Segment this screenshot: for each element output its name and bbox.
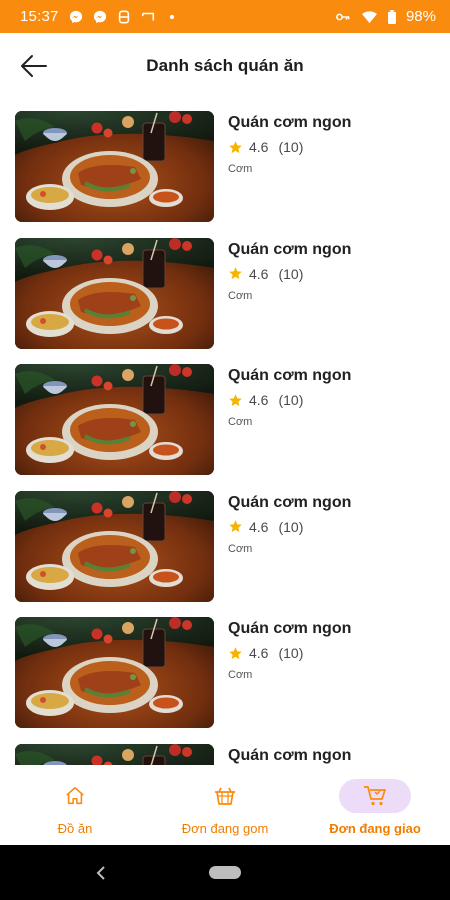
rating-row: 4.6 (10) [228, 266, 351, 282]
restaurant-category: Cơm [228, 289, 253, 302]
system-navigation-bar [0, 845, 450, 900]
nav-icon-container [189, 779, 261, 813]
page-title: Danh sách quán ăn [146, 56, 304, 75]
star-icon [229, 520, 242, 533]
rating-count: (10) [278, 392, 304, 408]
rating-row: 4.6 (10) [228, 519, 351, 535]
rating-value: 4.6 [249, 645, 269, 661]
arrow-left-icon [21, 55, 47, 77]
restaurant-name: Quán cơm ngon [228, 746, 352, 764]
cart-icon [364, 786, 386, 806]
restaurant-name: Quán cơm ngon [228, 620, 352, 637]
restaurant-info: Quán cơm ngon 4.6 (10) Cơm [214, 364, 351, 491]
restaurant-card[interactable]: Quán cơm ngon 4.6 (10) Cơm [0, 111, 450, 238]
rating-row: 4.6 (10) [228, 139, 351, 155]
restaurant-image [15, 617, 214, 728]
rating-value: 4.6 [249, 392, 269, 408]
battery-percent: 98% [405, 8, 436, 25]
tab-don-dang-gom[interactable]: Đơn đang gom [150, 765, 300, 845]
nav-icon-container [39, 779, 111, 813]
rating-value: 4.6 [249, 518, 269, 535]
restaurant-name: Quán cơm ngon [228, 493, 352, 511]
restaurant-image [15, 490, 214, 602]
system-back-icon[interactable] [94, 865, 108, 881]
status-time: 15:37 [20, 8, 59, 25]
restaurant-card[interactable]: Quán cơm ngon 4.6 (10) Cơm [0, 617, 450, 744]
restaurant-category: Cơm [228, 163, 253, 175]
basket-icon [215, 787, 235, 805]
restaurant-category: Cơm [228, 669, 253, 681]
vpn-key-icon [336, 13, 350, 20]
restaurant-card[interactable]: Quán cơm ngon 4.6 (10) Cơm [0, 237, 450, 365]
restaurant-name: Quán cơm ngon [228, 367, 352, 384]
restaurant-category: Cơm [228, 542, 253, 555]
star-icon [229, 393, 242, 406]
restaurant-list[interactable]: Quán cơm ngon 4.6 (10) Cơm Quán cơm ngon… [0, 99, 450, 765]
tab-do-an[interactable]: Đồ ăn [0, 765, 150, 845]
star-icon [229, 267, 242, 280]
restaurant-name: Quán cơm ngon [228, 240, 352, 258]
notification-icon [118, 10, 129, 23]
restaurant-name: Quán cơm ngon [228, 114, 352, 131]
tab-don-dang-giao[interactable]: Đơn đang giao [300, 765, 450, 845]
rating-count: (10) [278, 265, 304, 282]
nav-icon-container [339, 779, 411, 813]
battery-icon [388, 9, 396, 24]
rating-count: (10) [278, 645, 304, 661]
bottom-navigation: Đồ ăn Đơn đang gom Đơn đang giao [0, 765, 450, 845]
restaurant-card[interactable]: Quán cơm ngon [0, 743, 450, 766]
restaurant-image [15, 364, 214, 475]
restaurant-info: Quán cơm ngon 4.6 (10) Cơm [214, 111, 351, 238]
back-button[interactable] [18, 51, 50, 81]
tab-label: Đơn đang giao [329, 821, 421, 836]
restaurant-category: Cơm [228, 416, 253, 428]
rating-count: (10) [278, 518, 304, 535]
system-home-button[interactable] [209, 866, 241, 879]
messenger-icon [69, 10, 82, 23]
home-icon [66, 786, 84, 805]
star-icon [229, 140, 242, 153]
restaurant-card[interactable]: Quán cơm ngon 4.6 (10) Cơm [0, 490, 450, 618]
dot-icon [169, 14, 174, 19]
restaurant-image [15, 743, 214, 765]
restaurant-info: Quán cơm ngon [214, 744, 351, 766]
cast-icon [141, 12, 154, 20]
messenger-icon [93, 10, 106, 23]
tab-label: Đơn đang gom [181, 821, 269, 836]
restaurant-image [15, 237, 214, 349]
restaurant-info: Quán cơm ngon 4.6 (10) Cơm [214, 491, 351, 618]
wifi-icon [362, 10, 377, 23]
rating-row: 4.6 (10) [228, 645, 351, 661]
rating-count: (10) [278, 139, 304, 155]
star-icon [229, 646, 242, 659]
restaurant-card[interactable]: Quán cơm ngon 4.6 (10) Cơm [0, 364, 450, 491]
restaurant-image [15, 111, 214, 222]
rating-row: 4.6 (10) [228, 392, 351, 408]
rating-value: 4.6 [249, 265, 269, 282]
rating-value: 4.6 [249, 139, 269, 155]
status-bar: 15:37 98% [0, 0, 450, 33]
restaurant-info: Quán cơm ngon 4.6 (10) Cơm [214, 238, 351, 365]
tab-label: Đồ ăn [57, 821, 93, 836]
app-header: Danh sách quán ăn [0, 33, 450, 99]
restaurant-info: Quán cơm ngon 4.6 (10) Cơm [214, 617, 351, 744]
